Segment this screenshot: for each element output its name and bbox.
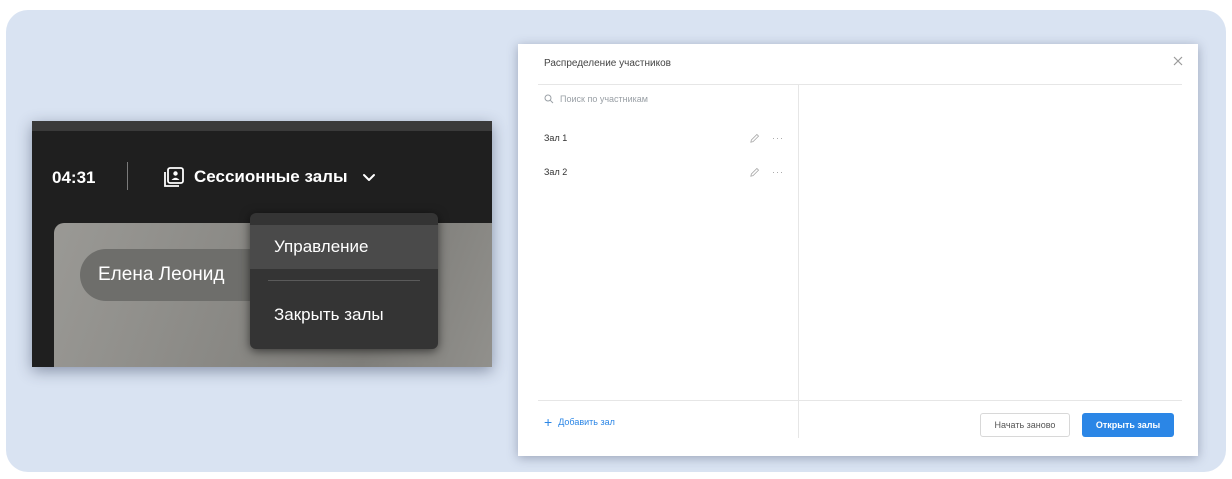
toolbar-divider: [127, 162, 128, 190]
room-list-item[interactable]: Зал 1 ···: [544, 128, 784, 148]
toolbar-top-strip: [32, 121, 492, 131]
restart-button[interactable]: Начать заново: [980, 413, 1070, 437]
menu-item-manage[interactable]: Управление: [250, 225, 438, 269]
participants-distribution-dialog: Распределение участников Поиск по участн…: [518, 44, 1198, 456]
room-name: Зал 2: [544, 167, 568, 177]
breakout-rooms-label: Сессионные залы: [194, 167, 348, 186]
open-rooms-button[interactable]: Открыть залы: [1082, 413, 1174, 437]
panel-divider: [798, 85, 799, 438]
room-more-button[interactable]: ···: [772, 167, 784, 177]
pencil-icon[interactable]: [749, 133, 760, 144]
menu-item-close-rooms[interactable]: Закрыть залы: [250, 293, 438, 337]
menu-divider: [268, 280, 420, 281]
dialog-title: Распределение участников: [544, 58, 671, 69]
room-more-button[interactable]: ···: [772, 133, 784, 143]
chevron-down-icon: [363, 174, 376, 181]
footer-divider: [538, 400, 1182, 401]
meeting-toolbar-screenshot: 04:31 Сессионные залы Елена Леонид Управ…: [32, 121, 492, 367]
add-room-button[interactable]: + Добавить зал: [544, 414, 615, 430]
meeting-timer: 04:31: [52, 168, 96, 187]
header-divider: [538, 84, 1182, 85]
search-placeholder: Поиск по участникам: [560, 94, 648, 104]
search-icon: [544, 94, 554, 104]
search-input[interactable]: Поиск по участникам: [544, 94, 648, 104]
breakout-rooms-button[interactable]: Сессионные залы: [163, 162, 377, 192]
room-name: Зал 1: [544, 133, 568, 143]
pencil-icon[interactable]: [749, 167, 760, 178]
breakout-rooms-menu: Управление Закрыть залы: [250, 213, 438, 349]
room-list-item[interactable]: Зал 2 ···: [544, 162, 784, 182]
plus-icon: +: [544, 414, 553, 430]
close-icon[interactable]: [1172, 55, 1184, 67]
add-room-label: Добавить зал: [558, 417, 615, 427]
breakout-rooms-icon: [164, 167, 184, 187]
